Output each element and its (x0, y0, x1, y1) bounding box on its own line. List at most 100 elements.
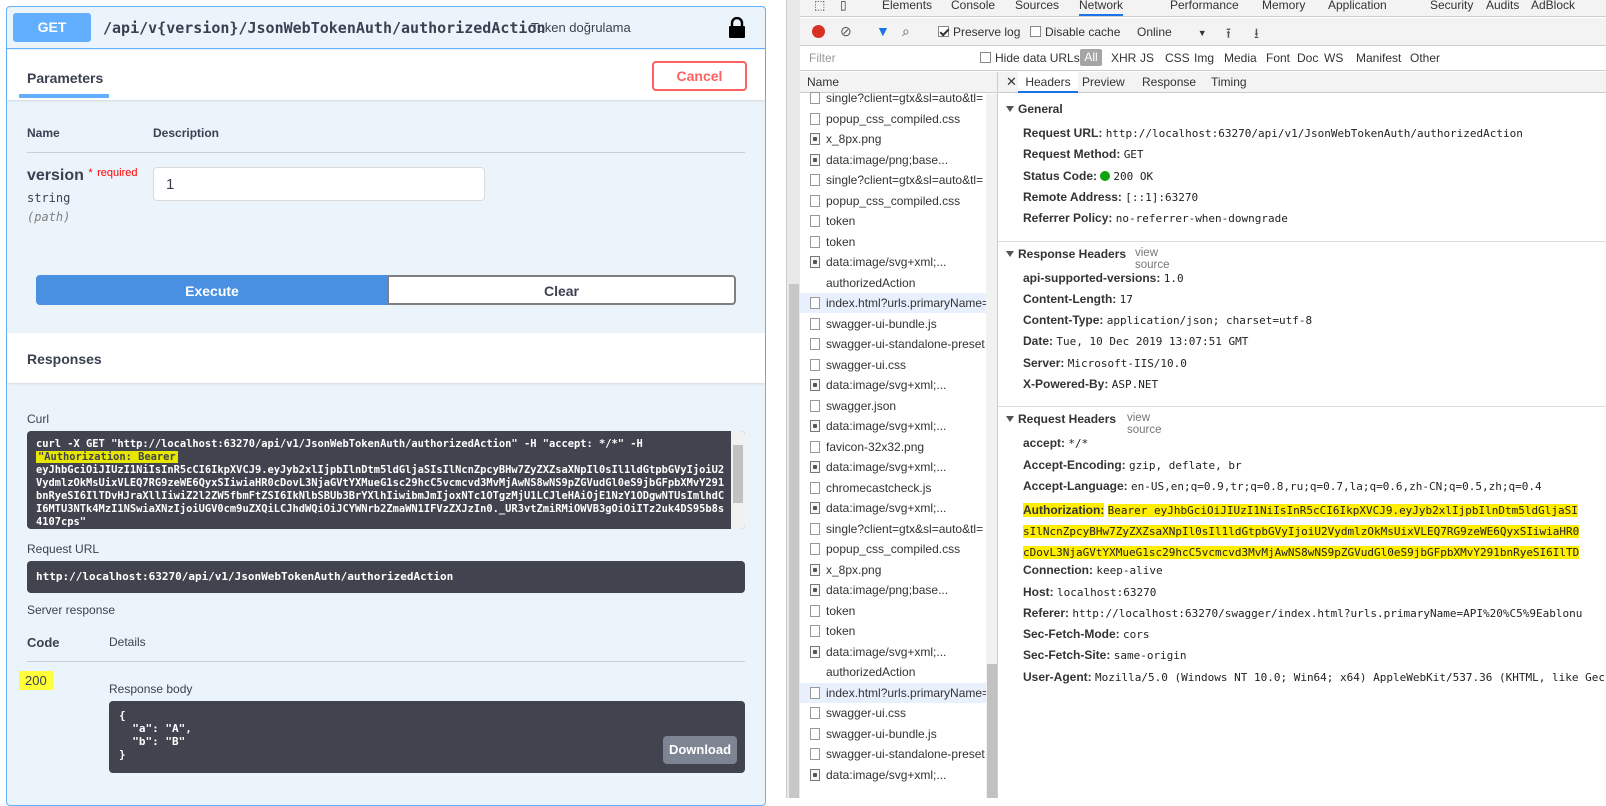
throttle-select[interactable]: Online ▼ (1137, 25, 1207, 39)
import-har-icon[interactable]: ⭱ (1226, 23, 1231, 47)
request-row[interactable]: swagger.json (800, 396, 986, 416)
request-row[interactable]: swagger-ui-standalone-preset (800, 334, 986, 354)
request-row[interactable]: single?client=gtx&sl=auto&tl= (800, 88, 986, 108)
download-button[interactable]: Download (663, 736, 737, 764)
request-row[interactable]: swagger-ui-bundle.js (800, 314, 986, 334)
version-input[interactable]: 1 (153, 167, 485, 201)
close-icon[interactable]: ✕ (1006, 74, 1017, 90)
filter-js[interactable]: JS (1140, 51, 1154, 65)
request-row[interactable]: popup_css_compiled.css (800, 539, 986, 559)
scroll-thumb[interactable] (987, 664, 997, 798)
clear-icon[interactable]: ⊘ (840, 23, 852, 40)
record-icon[interactable] (812, 25, 825, 38)
filter-ws[interactable]: WS (1324, 51, 1343, 65)
request-row[interactable]: authorizedAction (800, 273, 986, 293)
device-toggle-icon[interactable]: ▯ (840, 0, 847, 16)
request-row[interactable]: data:image/svg+xml;... (800, 498, 986, 518)
inspect-icon[interactable]: ⬚ (814, 0, 825, 16)
filter-all[interactable]: All (1080, 49, 1102, 66)
search-icon[interactable]: ⌕ (902, 23, 910, 40)
request-list-scrollbar[interactable] (986, 94, 997, 798)
tab-elements[interactable]: Elements (882, 0, 932, 16)
page-scrollbar[interactable] (786, 0, 800, 798)
request-row[interactable]: chromecastcheck.js (800, 478, 986, 498)
clear-button[interactable]: Clear (387, 275, 736, 305)
request-row[interactable]: x_8px.png (800, 560, 986, 580)
filter-font[interactable]: Font (1266, 51, 1290, 65)
scroll-thumb[interactable] (789, 284, 799, 798)
request-row[interactable]: single?client=gtx&sl=auto&tl= (800, 519, 986, 539)
filter-manifest[interactable]: Manifest (1356, 51, 1401, 65)
view-source-link[interactable]: view source (1127, 412, 1162, 436)
tab-console[interactable]: Console (951, 0, 995, 16)
filter-css[interactable]: CSS (1165, 51, 1190, 65)
request-row[interactable]: data:image/svg+xml;... (800, 252, 986, 272)
execute-button[interactable]: Execute (36, 275, 388, 305)
tab-memory[interactable]: Memory (1262, 0, 1305, 16)
tab-audits[interactable]: Audits (1486, 0, 1519, 16)
view-source-link[interactable]: view source (1135, 247, 1170, 271)
hide-data-urls-checkbox[interactable]: Hide data URLs (980, 51, 1080, 65)
curl-scrollbar[interactable] (731, 431, 745, 529)
tab-adblock[interactable]: AdBlock (1531, 0, 1575, 16)
request-row[interactable]: data:image/svg+xml;... (800, 642, 986, 662)
request-name: single?client=gtx&sl=auto&tl= (826, 173, 984, 187)
request-row[interactable]: data:image/svg+xml;... (800, 375, 986, 395)
request-row[interactable]: token (800, 211, 986, 231)
filter-input[interactable]: Filter (809, 51, 836, 65)
preserve-log-checkbox[interactable]: Preserve log (938, 25, 1020, 39)
checkbox-icon[interactable] (1030, 26, 1041, 37)
filter-img[interactable]: Img (1194, 51, 1214, 65)
section-request-headers[interactable]: Request Headers view source (1006, 412, 1162, 436)
col-description-header: Description (153, 126, 220, 140)
request-row[interactable]: swagger-ui-bundle.js (800, 724, 986, 744)
cancel-button[interactable]: Cancel (652, 61, 747, 91)
request-row[interactable]: data:image/svg+xml;... (800, 416, 986, 436)
tab-preview[interactable]: Preview (1082, 75, 1125, 89)
request-row[interactable]: token (800, 621, 986, 641)
filter-icon[interactable]: ▼ (876, 23, 890, 39)
request-row[interactable]: authorizedAction (800, 662, 986, 682)
operation-summary[interactable]: GET /api/v{version}/JsonWebTokenAuth/aut… (7, 7, 765, 49)
filter-media[interactable]: Media (1224, 51, 1257, 65)
tab-response[interactable]: Response (1142, 75, 1196, 89)
request-row[interactable]: data:image/svg+xml;... (800, 765, 986, 785)
lock-icon[interactable] (727, 17, 747, 39)
request-row[interactable]: token (800, 232, 986, 252)
tab-security[interactable]: Security (1430, 0, 1473, 16)
header-value: http://localhost:63270/api/v1/JsonWebTok… (1105, 127, 1523, 140)
tab-headers[interactable]: Headers (1018, 72, 1078, 93)
filter-other[interactable]: Other (1410, 51, 1440, 65)
request-row[interactable]: data:image/png;base... (800, 150, 986, 170)
disable-cache-checkbox[interactable]: Disable cache (1030, 25, 1120, 39)
tab-performance[interactable]: Performance (1170, 0, 1239, 16)
request-row[interactable]: swagger-ui.css (800, 703, 986, 723)
request-row[interactable]: swagger-ui.css (800, 355, 986, 375)
checkbox-checked-icon[interactable] (938, 26, 949, 37)
section-general[interactable]: General (1006, 102, 1063, 116)
request-row[interactable]: popup_css_compiled.css (800, 191, 986, 211)
export-har-icon[interactable]: ⭳ (1254, 23, 1259, 47)
request-row[interactable]: index.html?urls.primaryName= (800, 682, 986, 703)
tab-network[interactable]: Network (1079, 0, 1124, 16)
tab-parameters[interactable]: Parameters (19, 64, 109, 98)
request-row[interactable]: x_8px.png (800, 129, 986, 149)
header-value: application/json; charset=utf-8 (1106, 314, 1313, 328)
tab-application[interactable]: Application (1328, 0, 1387, 16)
request-row[interactable]: swagger-ui-standalone-preset (800, 744, 986, 764)
request-row[interactable]: data:image/png;base... (800, 580, 986, 600)
curl-command[interactable]: curl -X GET "http://localhost:63270/api/… (27, 431, 745, 529)
filter-xhr[interactable]: XHR (1111, 51, 1136, 65)
request-row[interactable]: popup_css_compiled.css (800, 109, 986, 129)
tab-sources[interactable]: Sources (1015, 0, 1059, 16)
checkbox-icon[interactable] (980, 52, 991, 63)
filter-doc[interactable]: Doc (1297, 51, 1318, 65)
request-row[interactable]: index.html?urls.primaryName= (800, 293, 986, 313)
request-row[interactable]: token (800, 601, 986, 621)
request-row[interactable]: favicon-32x32.png (800, 437, 986, 457)
tab-timing[interactable]: Timing (1211, 75, 1247, 89)
request-row[interactable]: data:image/svg+xml;... (800, 457, 986, 477)
section-response-headers[interactable]: Response Headers view source (1006, 247, 1170, 271)
request-row[interactable]: single?client=gtx&sl=auto&tl= (800, 170, 986, 190)
scroll-thumb[interactable] (733, 445, 743, 503)
